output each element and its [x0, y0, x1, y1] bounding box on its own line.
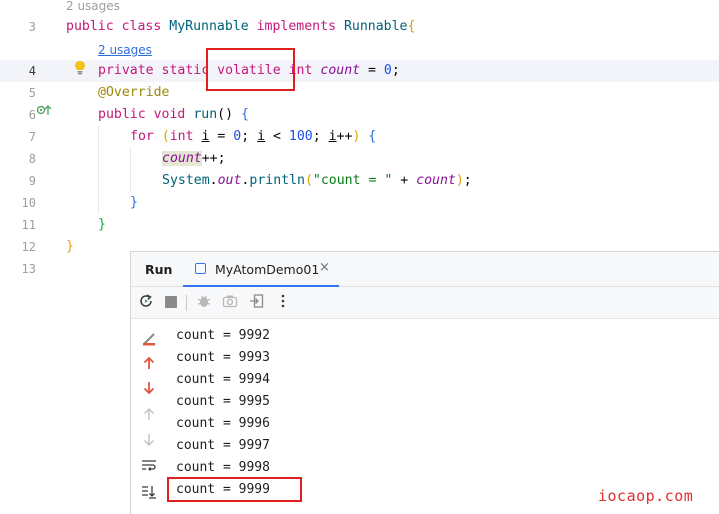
code-line-12: } — [66, 239, 74, 254]
indent-guide — [130, 148, 131, 192]
console-line: count = 9992 — [176, 328, 270, 343]
console-line: count = 9998 — [176, 460, 270, 475]
console-line: count = 9994 — [176, 372, 270, 387]
toolbar-separator — [186, 295, 187, 311]
run-title[interactable]: Run — [145, 262, 172, 277]
final-count-highlight-box — [167, 477, 302, 502]
camera-icon[interactable] — [221, 293, 239, 311]
up-gray-icon[interactable] — [140, 406, 158, 424]
run-tool-window: Run MyAtomDemo01 × count = 9992 count = … — [130, 251, 719, 514]
debug-icon[interactable] — [195, 293, 213, 311]
console-line: count = 9996 — [176, 416, 270, 431]
console-side-toolbar — [131, 319, 167, 514]
run-config-icon — [195, 263, 206, 274]
line-number: 6 — [28, 108, 36, 122]
console-line: count = 9993 — [176, 350, 270, 365]
run-toolbar — [131, 287, 719, 319]
line-number: 4 — [28, 64, 36, 78]
more-icon[interactable] — [274, 293, 292, 311]
code-line-5: @Override — [98, 85, 170, 100]
clear-icon[interactable] — [140, 331, 158, 349]
line-number: 11 — [21, 218, 36, 232]
close-icon[interactable]: × — [319, 260, 330, 275]
down-gray-icon[interactable] — [140, 432, 158, 450]
console-line: count = 9995 — [176, 394, 270, 409]
override-gutter-icon[interactable] — [36, 104, 53, 119]
tab-label: MyAtomDemo01 — [215, 262, 320, 277]
line-number: 13 — [21, 262, 36, 276]
rerun-icon[interactable] — [137, 293, 155, 311]
code-line-7: for (int i = 0; i < 100; i++) { — [130, 129, 377, 144]
stop-icon[interactable] — [162, 293, 180, 311]
up-arrow-icon[interactable] — [140, 355, 158, 373]
line-number: 10 — [21, 196, 36, 210]
down-arrow-icon[interactable] — [140, 380, 158, 398]
line-number: 3 — [28, 20, 36, 34]
code-line-8: count++; — [162, 151, 226, 166]
indent-guide — [98, 126, 99, 214]
console-line: count = 9997 — [176, 438, 270, 453]
code-line-9: System.out.println("count = " + count); — [162, 173, 472, 188]
code-line-3: public class MyRunnable implements Runna… — [66, 19, 416, 34]
line-number: 12 — [21, 240, 36, 254]
scroll-end-icon[interactable] — [140, 485, 158, 503]
soft-wrap-icon[interactable] — [140, 459, 158, 477]
volatile-highlight-box — [206, 48, 295, 91]
code-line-6: public void run() { — [98, 107, 249, 122]
line-number: 8 — [28, 152, 36, 166]
code-line-10: } — [130, 195, 138, 210]
tab-myatomdemo01[interactable]: MyAtomDemo01 × — [183, 252, 339, 287]
line-number: 9 — [28, 174, 36, 188]
usages-link[interactable]: 2 usages — [98, 41, 152, 59]
line-number: 5 — [28, 86, 36, 100]
watermark: iocaop.com — [598, 487, 694, 505]
lightbulb-icon[interactable] — [74, 60, 86, 78]
line-number: 7 — [28, 130, 36, 144]
run-header: Run MyAtomDemo01 × — [131, 252, 719, 287]
usages-hint[interactable]: 2 usages — [66, 0, 120, 15]
code-line-11: } — [98, 217, 106, 232]
exit-icon[interactable] — [248, 293, 266, 311]
